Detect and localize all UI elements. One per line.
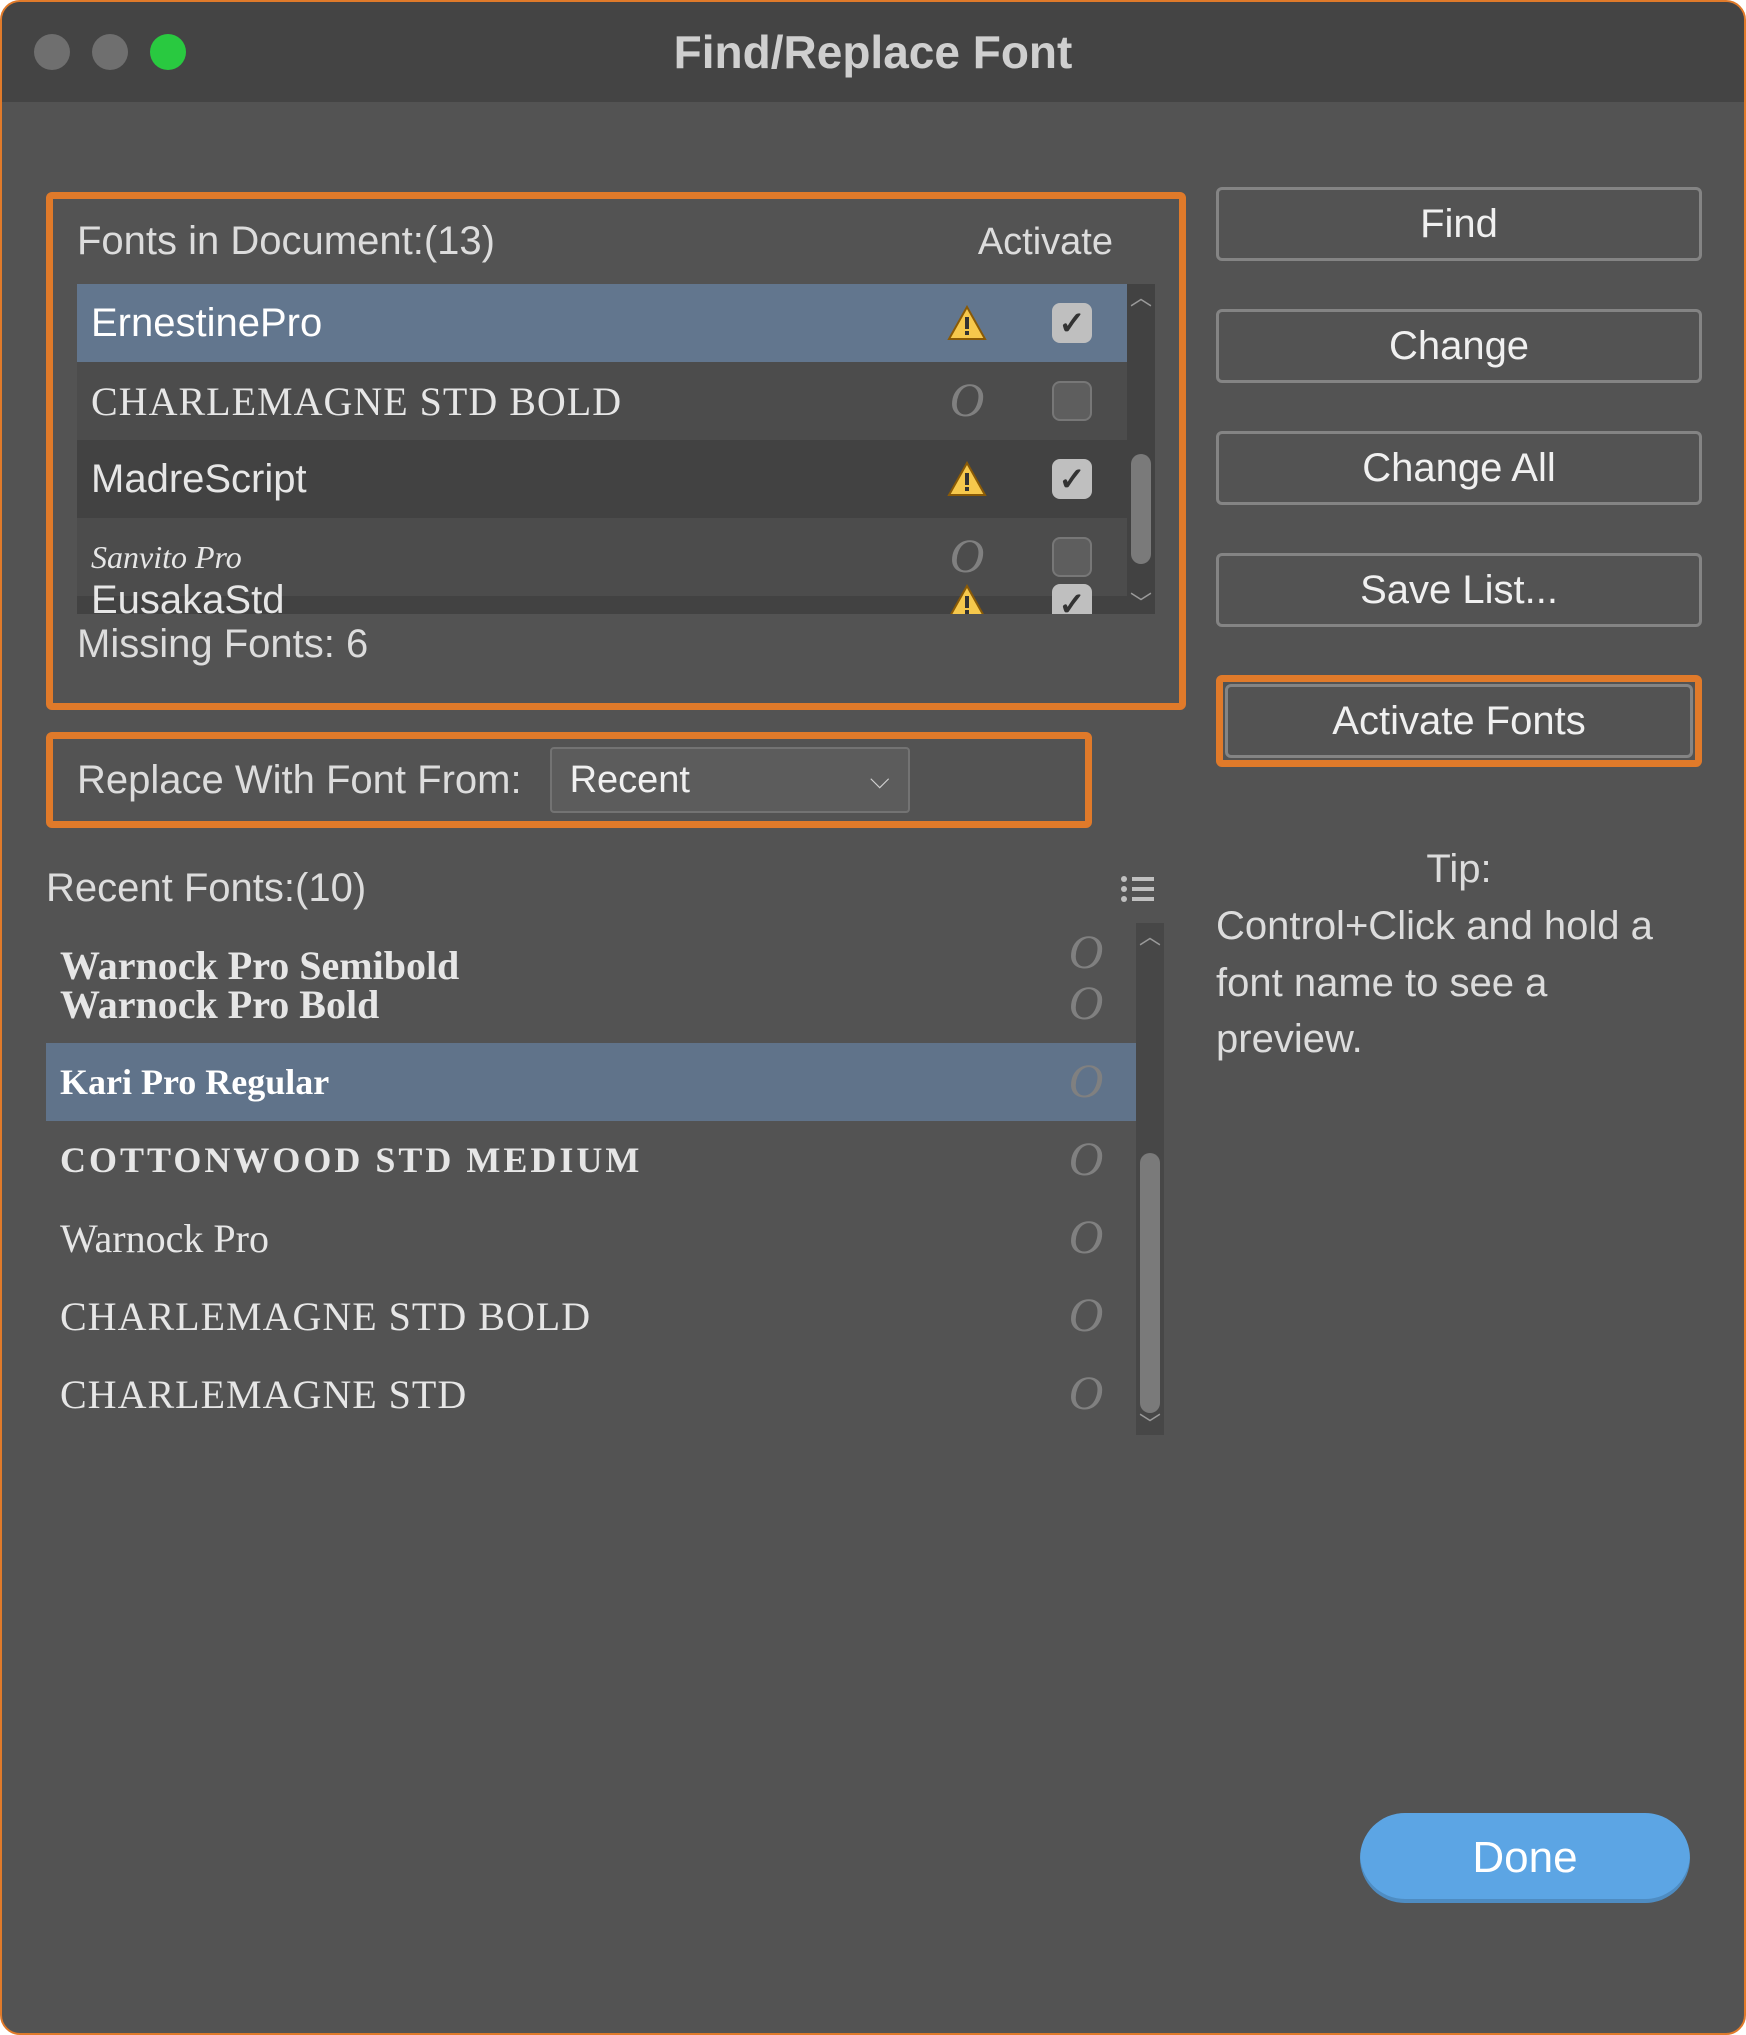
recent-fonts-label: Recent Fonts:(10) (46, 866, 366, 911)
replace-with-select[interactable]: Recent ⌵ (550, 747, 910, 813)
font-name: MadreScript (91, 457, 917, 502)
activate-fonts-highlight: Activate Fonts (1216, 675, 1702, 767)
scroll-down-icon[interactable]: ﹀ (1127, 590, 1155, 614)
opentype-icon: O (1036, 980, 1136, 1028)
recent-font-row[interactable]: Warnock Pro Semibold O (46, 923, 1136, 965)
zoom-window-button[interactable] (150, 34, 186, 70)
opentype-icon: O (917, 533, 1017, 581)
opentype-icon: O (1036, 1136, 1136, 1184)
font-name: CHARLEMAGNE STD BOLD (60, 1293, 1036, 1340)
opentype-icon: O (1036, 923, 1136, 965)
font-name: Sanvito Pro (91, 539, 917, 576)
scroll-up-icon[interactable]: ︿ (1127, 284, 1155, 308)
done-button[interactable]: Done (1360, 1813, 1690, 1903)
activate-checkbox[interactable]: ✓ (1052, 584, 1092, 614)
activate-fonts-button[interactable]: Activate Fonts (1225, 684, 1693, 758)
scrollbar[interactable]: ︿ ﹀ (1127, 284, 1155, 614)
change-all-button[interactable]: Change All (1216, 431, 1702, 505)
opentype-icon: O (1036, 1292, 1136, 1340)
recent-font-row[interactable]: Warnock Pro O (46, 1199, 1136, 1277)
font-name: EusakaStd (91, 578, 917, 614)
opentype-icon: O (1036, 1370, 1136, 1418)
replace-with-section: Replace With Font From: Recent ⌵ (46, 732, 1092, 828)
fonts-in-document-section: Fonts in Document:(13) Activate Ernestin… (46, 192, 1186, 710)
font-name: Warnock Pro (60, 1215, 1036, 1262)
list-view-icon[interactable] (1118, 869, 1158, 909)
font-row-madrescript[interactable]: MadreScript ✓ (77, 440, 1127, 518)
scroll-thumb[interactable] (1140, 1153, 1160, 1413)
scroll-thumb[interactable] (1131, 454, 1151, 564)
save-list-button[interactable]: Save List... (1216, 553, 1702, 627)
replace-with-label: Replace With Font From: (77, 758, 522, 803)
font-row-charlemagne-bold[interactable]: CHARLEMAGNE STD BOLD O (77, 362, 1127, 440)
activate-checkbox[interactable]: ✓ (1052, 303, 1092, 343)
find-replace-font-window: Find/Replace Font Fonts in Document:(13)… (0, 0, 1746, 2035)
font-name: CHARLEMAGNE STD BOLD (91, 378, 917, 425)
recent-font-row[interactable]: COTTONWOOD STD MEDIUM O (46, 1121, 1136, 1199)
recent-fonts-list[interactable]: Warnock Pro Semibold O Warnock Pro Bold … (46, 923, 1164, 1435)
fonts-in-document-list[interactable]: ErnestinePro ✓ CHARLEMAGNE STD BOLD O (77, 284, 1155, 614)
recent-font-row[interactable]: Kari Pro Regular O (46, 1043, 1136, 1121)
activate-checkbox[interactable]: ✓ (1052, 459, 1092, 499)
font-name: Warnock Pro Bold (60, 981, 1036, 1028)
minimize-window-button[interactable] (92, 34, 128, 70)
fonts-in-document-label: Fonts in Document:(13) (77, 219, 495, 264)
activate-checkbox[interactable] (1052, 381, 1092, 421)
find-button[interactable]: Find (1216, 187, 1702, 261)
chevron-down-icon: ⌵ (870, 764, 890, 796)
font-row-eusakastd[interactable]: EusakaStd ✓ (77, 596, 1127, 614)
scrollbar[interactable]: ︿ ﹀ (1136, 923, 1164, 1435)
scroll-up-icon[interactable]: ︿ (1136, 923, 1164, 947)
missing-fonts-label: Missing Fonts: 6 (77, 622, 1155, 667)
recent-font-row[interactable]: CHARLEMAGNE STD BOLD O (46, 1277, 1136, 1355)
titlebar: Find/Replace Font (2, 2, 1744, 102)
window-title: Find/Replace Font (674, 25, 1073, 79)
replace-with-value: Recent (570, 759, 690, 802)
warning-icon (917, 305, 1017, 341)
warning-icon (917, 461, 1017, 497)
font-name: Kari Pro Regular (60, 1061, 1036, 1103)
close-window-button[interactable] (34, 34, 70, 70)
activate-column-label: Activate (978, 221, 1113, 264)
recent-font-row[interactable]: CHARLEMAGNE STD O (46, 1355, 1136, 1433)
font-row-ernestinepro[interactable]: ErnestinePro ✓ (77, 284, 1127, 362)
opentype-icon: O (1036, 1214, 1136, 1262)
activate-checkbox[interactable] (1052, 537, 1092, 577)
warning-icon (917, 584, 1017, 614)
scroll-down-icon[interactable]: ﹀ (1136, 1411, 1164, 1435)
tip-text: Tip: Control+Click and hold a font name … (1216, 841, 1702, 1068)
font-name: ErnestinePro (91, 301, 917, 346)
change-button[interactable]: Change (1216, 309, 1702, 383)
opentype-icon: O (917, 377, 1017, 425)
window-controls (34, 34, 186, 70)
font-name: CHARLEMAGNE STD (60, 1371, 1036, 1418)
opentype-icon: O (1036, 1058, 1136, 1106)
font-name: COTTONWOOD STD MEDIUM (60, 1139, 1036, 1181)
